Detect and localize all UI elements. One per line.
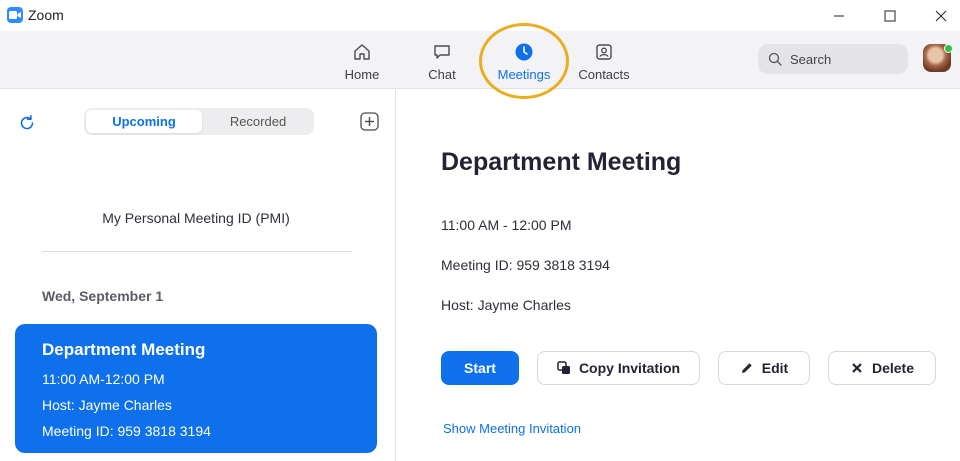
meetings-segmented-control: Upcoming Recorded bbox=[84, 108, 314, 135]
maximize-icon bbox=[884, 10, 896, 21]
window-title: Zoom bbox=[28, 7, 64, 23]
show-meeting-invitation-link[interactable]: Show Meeting Invitation bbox=[443, 421, 581, 436]
meeting-card-host: Host: Jayme Charles bbox=[42, 397, 172, 413]
delete-button[interactable]: Delete bbox=[828, 351, 936, 385]
meeting-detail-time: 11:00 AM - 12:00 PM bbox=[441, 217, 572, 233]
chat-icon bbox=[431, 41, 453, 63]
clock-icon bbox=[513, 41, 535, 63]
pencil-icon bbox=[740, 361, 754, 375]
search-icon bbox=[768, 52, 782, 66]
copy-invitation-button[interactable]: Copy Invitation bbox=[537, 351, 700, 385]
personal-meeting-id-item[interactable]: My Personal Meeting ID (PMI) bbox=[0, 210, 392, 226]
home-icon bbox=[351, 41, 373, 63]
copy-invitation-label: Copy Invitation bbox=[578, 360, 681, 376]
edit-button[interactable]: Edit bbox=[718, 351, 810, 385]
tab-contacts-label: Contacts bbox=[578, 67, 630, 82]
divider bbox=[42, 251, 352, 252]
minimize-button[interactable] bbox=[816, 0, 862, 31]
tab-home-label: Home bbox=[344, 67, 380, 82]
segment-recorded[interactable]: Recorded bbox=[204, 110, 312, 133]
close-icon bbox=[935, 10, 947, 21]
online-status-indicator bbox=[944, 44, 953, 53]
close-button[interactable] bbox=[918, 0, 960, 31]
tab-contacts[interactable]: Contacts bbox=[573, 31, 635, 89]
meeting-detail-host: Host: Jayme Charles bbox=[441, 297, 571, 313]
meeting-detail-id: Meeting ID: 959 3818 3194 bbox=[441, 257, 610, 273]
meeting-card-title: Department Meeting bbox=[42, 340, 206, 359]
delete-label: Delete bbox=[871, 360, 915, 376]
meeting-list-item[interactable]: Department Meeting 11:00 AM-12:00 PM Hos… bbox=[15, 324, 377, 453]
contacts-icon bbox=[593, 41, 615, 63]
edit-label: Edit bbox=[761, 360, 789, 376]
meeting-card-time: 11:00 AM-12:00 PM bbox=[42, 371, 165, 387]
zoom-logo-icon bbox=[7, 7, 23, 23]
tab-meetings[interactable]: Meetings bbox=[493, 31, 555, 89]
tab-chat[interactable]: Chat bbox=[418, 31, 466, 89]
meeting-detail-title: Department Meeting bbox=[441, 148, 682, 176]
title-bar: Zoom bbox=[0, 0, 960, 31]
tab-meetings-label: Meetings bbox=[497, 67, 551, 82]
zoom-window: Zoom Home Chat Meetings Contacts Search … bbox=[0, 0, 960, 461]
tab-home[interactable]: Home bbox=[338, 31, 386, 89]
search-input[interactable] bbox=[790, 51, 900, 67]
search-box[interactable] bbox=[758, 44, 908, 74]
start-button[interactable]: Start bbox=[441, 351, 519, 385]
refresh-icon[interactable] bbox=[18, 114, 36, 132]
x-icon bbox=[850, 361, 864, 375]
tab-chat-label: Chat bbox=[428, 67, 456, 82]
meetings-sidebar: Upcoming Recorded My Personal Meeting ID… bbox=[0, 90, 396, 461]
meeting-card-id: Meeting ID: 959 3818 3194 bbox=[42, 423, 211, 439]
minimize-icon bbox=[834, 15, 844, 16]
segment-upcoming[interactable]: Upcoming bbox=[86, 110, 202, 133]
maximize-button[interactable] bbox=[867, 0, 913, 31]
meeting-detail-panel: Department Meeting 11:00 AM - 12:00 PM M… bbox=[397, 90, 960, 461]
date-header: Wed, September 1 bbox=[42, 288, 164, 304]
add-meeting-icon[interactable] bbox=[360, 112, 379, 131]
copy-icon bbox=[557, 361, 571, 375]
